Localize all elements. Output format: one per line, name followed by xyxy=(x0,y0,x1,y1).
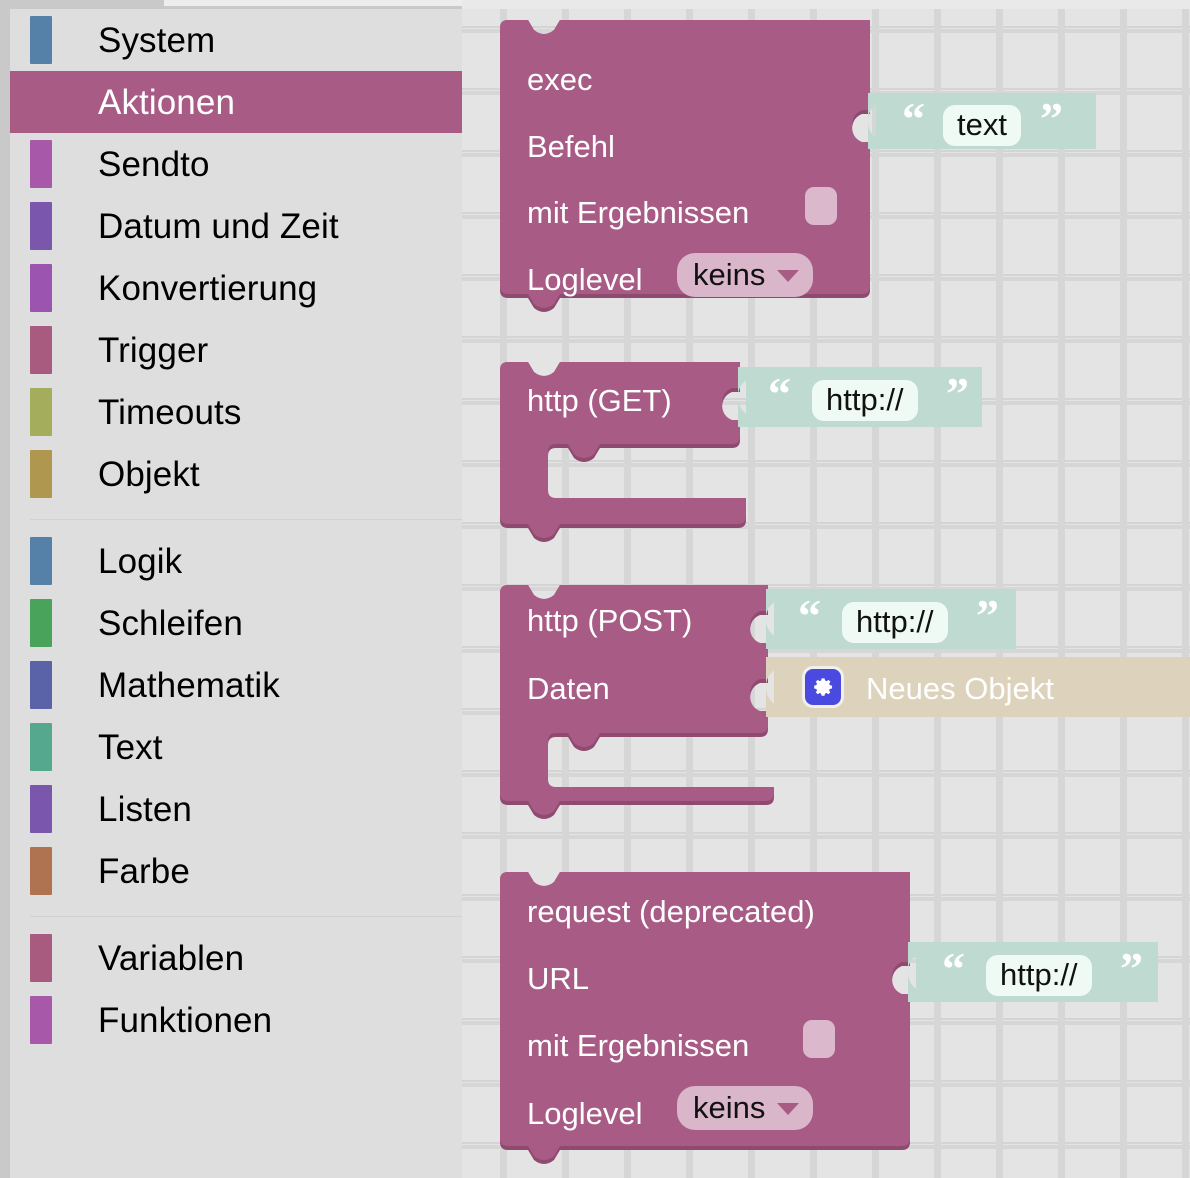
category-color-swatch xyxy=(30,450,52,498)
category-color-swatch xyxy=(30,16,52,64)
string-value-field[interactable]: http:// xyxy=(812,380,918,421)
sidebar-item-label: Timeouts xyxy=(98,392,242,432)
toolbox-divider-1 xyxy=(30,519,462,520)
sidebar-item-label: Variablen xyxy=(98,938,245,978)
dropdown-value: keins xyxy=(693,1090,766,1125)
sidebar-item-mathematik[interactable]: Mathematik xyxy=(10,654,462,716)
chevron-down-icon xyxy=(777,270,800,282)
dropdown-loglevel[interactable]: keins xyxy=(677,253,814,297)
sidebar-item-label: Datum und Zeit xyxy=(98,206,339,246)
sidebar-item-label: System xyxy=(98,20,216,60)
canvas-top-strip xyxy=(462,0,1190,9)
category-color-swatch xyxy=(30,537,52,585)
sidebar-item-aktionen[interactable]: Aktionen xyxy=(10,71,462,133)
sidebar-item-label: Listen xyxy=(98,789,192,829)
sidebar-item-label: Objekt xyxy=(98,454,200,494)
checkbox-mit-ergebnissen[interactable] xyxy=(805,187,837,225)
sidebar-item-label: Sendto xyxy=(98,144,210,184)
sidebar-item-timeouts[interactable]: Timeouts xyxy=(10,381,462,443)
category-color-swatch xyxy=(30,661,52,709)
category-color-swatch xyxy=(30,326,52,374)
category-color-swatch xyxy=(30,934,52,982)
chevron-down-icon xyxy=(777,1103,800,1115)
checkbox-mit-ergebnissen[interactable] xyxy=(803,1020,835,1058)
category-color-swatch xyxy=(30,723,52,771)
category-color-swatch xyxy=(30,785,52,833)
sidebar-item-text[interactable]: Text xyxy=(10,716,462,778)
sidebar-item-label: Funktionen xyxy=(98,1000,273,1040)
blockly-editor: System Aktionen Sendto Datum und Zeit Ko… xyxy=(0,0,1190,1178)
dropdown-loglevel[interactable]: keins xyxy=(677,1086,814,1130)
sidebar-item-label: Schleifen xyxy=(98,603,243,643)
window-left-edge xyxy=(0,0,10,1178)
category-color-swatch xyxy=(30,388,52,436)
sidebar-item-label: Text xyxy=(98,727,163,767)
string-value-field[interactable]: http:// xyxy=(986,955,1092,996)
toolbox-sidebar[interactable]: System Aktionen Sendto Datum und Zeit Ko… xyxy=(10,9,462,1178)
sidebar-item-label: Logik xyxy=(98,541,183,581)
category-color-swatch xyxy=(30,996,52,1044)
sidebar-item-trigger[interactable]: Trigger xyxy=(10,319,462,381)
sidebar-item-objekt[interactable]: Objekt xyxy=(10,443,462,505)
toolbox-group-2: Logik Schleifen Mathematik Text Listen F… xyxy=(10,530,462,902)
sidebar-item-farbe[interactable]: Farbe xyxy=(10,840,462,902)
sidebar-item-listen[interactable]: Listen xyxy=(10,778,462,840)
toolbox-group-1: System Aktionen Sendto Datum und Zeit Ko… xyxy=(10,9,462,505)
string-value-field[interactable]: http:// xyxy=(842,602,948,643)
category-color-swatch xyxy=(30,847,52,895)
gear-glyph xyxy=(814,678,833,696)
sidebar-item-schleifen[interactable]: Schleifen xyxy=(10,592,462,654)
sidebar-item-funktionen[interactable]: Funktionen xyxy=(10,989,462,1051)
toolbox-group-3: Variablen Funktionen xyxy=(10,927,462,1051)
sidebar-item-sendto[interactable]: Sendto xyxy=(10,133,462,195)
sidebar-item-label: Trigger xyxy=(98,330,209,370)
string-value-field[interactable]: text xyxy=(943,105,1021,146)
sidebar-item-label: Aktionen xyxy=(98,82,236,122)
sidebar-item-system[interactable]: System xyxy=(10,9,462,71)
sidebar-item-konvertierung[interactable]: Konvertierung xyxy=(10,257,462,319)
sidebar-item-variablen[interactable]: Variablen xyxy=(10,927,462,989)
category-color-swatch xyxy=(30,264,52,312)
toolbox-divider-2 xyxy=(30,916,462,917)
category-color-swatch xyxy=(30,599,52,647)
sidebar-item-logik[interactable]: Logik xyxy=(10,530,462,592)
gear-icon[interactable] xyxy=(802,666,844,708)
sidebar-item-datum-und-zeit[interactable]: Datum und Zeit xyxy=(10,195,462,257)
dropdown-value: keins xyxy=(693,257,766,292)
category-color-swatch xyxy=(30,202,52,250)
sidebar-item-label: Mathematik xyxy=(98,665,280,705)
category-color-swatch xyxy=(30,140,52,188)
sidebar-item-label: Konvertierung xyxy=(98,268,318,308)
sidebar-item-label: Farbe xyxy=(98,851,190,891)
